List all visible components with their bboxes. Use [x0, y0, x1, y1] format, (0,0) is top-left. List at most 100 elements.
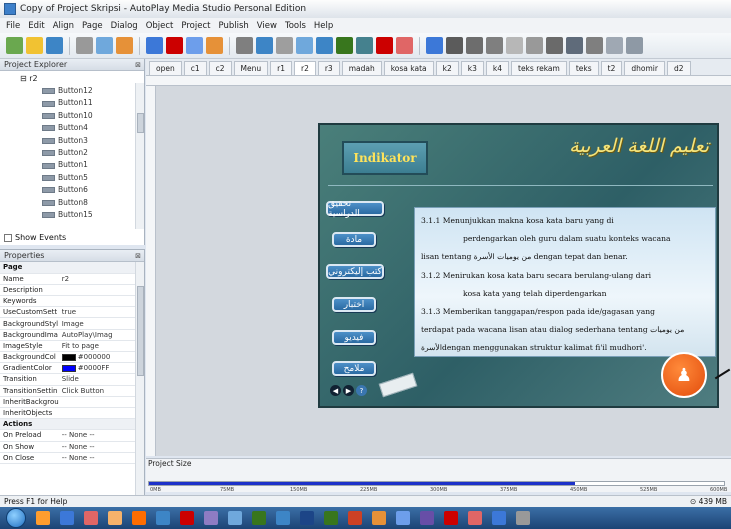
- property-value[interactable]: Click Button: [58, 385, 136, 397]
- properties-scrollbar[interactable]: [135, 262, 144, 496]
- menu-edit[interactable]: Edit: [28, 21, 44, 31]
- radio-icon[interactable]: [486, 37, 503, 54]
- excel-icon[interactable]: [300, 511, 314, 525]
- nav-button-malamih[interactable]: ملامح: [332, 361, 376, 376]
- panel-close-icon[interactable]: ⊠: [135, 61, 141, 69]
- tree-item-button12[interactable]: Button12: [0, 85, 144, 97]
- security-icon[interactable]: [228, 511, 242, 525]
- show-events-checkbox[interactable]: [4, 233, 12, 242]
- property-value[interactable]: -- None --: [58, 452, 136, 464]
- app2-icon[interactable]: [420, 511, 434, 525]
- menu-align[interactable]: Align: [53, 21, 74, 31]
- teacher-mascot-icon[interactable]: ♟: [661, 352, 707, 398]
- panel-close-icon[interactable]: ⊠: [135, 252, 141, 260]
- property-value[interactable]: #000000: [58, 351, 136, 364]
- tab-k4[interactable]: k4: [485, 61, 509, 75]
- open-folder-icon[interactable]: [26, 37, 43, 54]
- tab-c2[interactable]: c2: [208, 61, 232, 75]
- tool-icon[interactable]: [396, 511, 410, 525]
- start-button[interactable]: [6, 508, 26, 528]
- opera-icon[interactable]: [156, 511, 170, 525]
- property-value[interactable]: true: [58, 306, 136, 319]
- menu-view[interactable]: View: [257, 21, 277, 31]
- tab-r1[interactable]: r1: [270, 61, 292, 75]
- property-value[interactable]: r2: [58, 273, 136, 285]
- media-player-icon[interactable]: [60, 511, 74, 525]
- app-icon[interactable]: [348, 511, 362, 525]
- menu-file[interactable]: File: [6, 21, 20, 31]
- property-row[interactable]: Description: [0, 284, 136, 297]
- property-row[interactable]: ImageStyle Fit to page: [0, 340, 136, 353]
- grid-icon[interactable]: [566, 37, 583, 54]
- property-row[interactable]: On Preload -- None --: [0, 429, 136, 442]
- checkbox-icon[interactable]: [466, 37, 483, 54]
- app3-icon[interactable]: [444, 511, 458, 525]
- property-row[interactable]: Name r2: [0, 273, 136, 285]
- tree-item-button3[interactable]: Button3: [0, 135, 144, 147]
- hotspot-icon[interactable]: [426, 37, 443, 54]
- chrome-icon[interactable]: [132, 511, 146, 525]
- cut-icon[interactable]: [76, 37, 93, 54]
- property-value[interactable]: Fit to page: [58, 340, 136, 353]
- line-icon[interactable]: [626, 37, 643, 54]
- property-value[interactable]: [58, 396, 136, 408]
- paint-icon[interactable]: [108, 511, 122, 525]
- paste-icon[interactable]: [116, 37, 133, 54]
- menu-object[interactable]: Object: [146, 21, 174, 31]
- wand-icon[interactable]: [6, 37, 23, 54]
- tab-r3[interactable]: r3: [317, 61, 340, 75]
- camera-icon[interactable]: [204, 511, 218, 525]
- nav-button-mada[interactable]: مادة: [332, 232, 376, 247]
- property-row[interactable]: On Close -- None --: [0, 452, 136, 464]
- tree-item-button5[interactable]: Button5: [0, 172, 144, 184]
- previous-icon[interactable]: ◀: [330, 385, 341, 396]
- property-row[interactable]: BackgroundStyl Image: [0, 317, 136, 330]
- property-row[interactable]: On Show -- None --: [0, 441, 136, 453]
- globe-icon[interactable]: [336, 37, 353, 54]
- nav-button-tahqiq[interactable]: تحقيق الدراسية: [326, 199, 384, 219]
- tree-icon[interactable]: [546, 37, 563, 54]
- app4-icon[interactable]: [468, 511, 482, 525]
- property-value[interactable]: [58, 284, 136, 297]
- menu-help[interactable]: Help: [314, 21, 333, 31]
- copy-icon[interactable]: [96, 37, 113, 54]
- tree-root-page[interactable]: ⊟ r2: [0, 73, 144, 85]
- menu-project[interactable]: Project: [181, 21, 210, 31]
- property-row[interactable]: GradientColor #0000FF: [0, 362, 136, 375]
- explorer-scrollbar[interactable]: [135, 83, 144, 229]
- tab-menu[interactable]: Menu: [233, 61, 269, 75]
- tree-item-button2[interactable]: Button2: [0, 147, 144, 159]
- property-row[interactable]: Transition Slide: [0, 373, 136, 386]
- property-row[interactable]: BackgroundCol #000000: [0, 351, 136, 364]
- explorer-icon[interactable]: [36, 511, 50, 525]
- indikator-title-box[interactable]: Indikator: [342, 141, 428, 175]
- bear-icon[interactable]: [180, 511, 194, 525]
- property-row[interactable]: UseCustomSett true: [0, 306, 136, 319]
- tree-item-button6[interactable]: Button6: [0, 184, 144, 196]
- app5-icon[interactable]: [492, 511, 506, 525]
- color-swatch[interactable]: [61, 364, 76, 372]
- property-row[interactable]: BackgroundIma AutoPlay\Imag: [0, 329, 136, 341]
- tab-c1[interactable]: c1: [183, 61, 207, 75]
- tab-madah[interactable]: madah: [341, 61, 382, 75]
- rectangle-icon[interactable]: [606, 37, 623, 54]
- button-icon[interactable]: [236, 37, 253, 54]
- tree-item-button15[interactable]: Button15: [0, 209, 144, 221]
- xbutton-icon[interactable]: [296, 37, 313, 54]
- property-value[interactable]: Slide: [58, 373, 136, 386]
- nav-button-ikhtibar[interactable]: اختبار: [332, 297, 376, 312]
- tree-item-button8[interactable]: Button8: [0, 197, 144, 209]
- save-icon[interactable]: [46, 37, 63, 54]
- tab-kosa-kata[interactable]: kosa kata: [383, 61, 434, 75]
- color-swatch[interactable]: [61, 353, 76, 361]
- flash-icon[interactable]: [166, 37, 183, 54]
- pdf-icon[interactable]: [396, 37, 413, 54]
- property-row[interactable]: InheritBackgrou: [0, 396, 136, 408]
- listbox-icon[interactable]: [526, 37, 543, 54]
- web-icon[interactable]: [206, 37, 223, 54]
- property-value[interactable]: [58, 295, 136, 308]
- property-value[interactable]: -- None --: [58, 441, 136, 453]
- property-value[interactable]: [58, 407, 136, 420]
- menu-tools[interactable]: Tools: [285, 21, 306, 31]
- property-value[interactable]: AutoPlay\Imag: [58, 329, 136, 341]
